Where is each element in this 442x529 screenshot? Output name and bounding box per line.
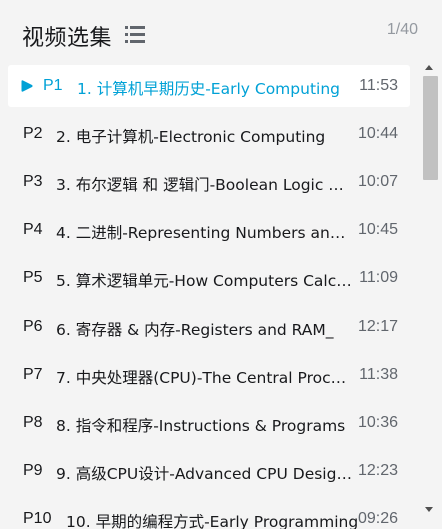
episode-number: P3	[23, 173, 43, 190]
episode-list: P1 1. 计算机早期历史-Early Computing 11:53 P2 2…	[0, 62, 418, 529]
episode-item-p4[interactable]: P4 4. 二进制-Representing Numbers and Lette…	[8, 209, 410, 251]
episode-title: 7. 中央处理器(CPU)-The Central Processing Uni…	[56, 369, 352, 387]
episode-item-p10[interactable]: P10 10. 早期的编程方式-Early Programming 09:26	[8, 498, 410, 529]
scrollbar[interactable]	[420, 62, 438, 529]
episode-number: P5	[23, 269, 43, 286]
playing-icon	[21, 80, 33, 92]
episode-number: P1	[43, 77, 63, 94]
playlist-header: 视频选集 1/40	[0, 0, 442, 62]
episode-duration: 09:26	[357, 510, 398, 527]
episode-title: 8. 指令和程序-Instructions & Programs	[56, 417, 346, 435]
episode-item-p7[interactable]: P7 7. 中央处理器(CPU)-The Central Processing …	[8, 354, 410, 396]
episode-number: P8	[23, 414, 43, 431]
episode-number: P4	[23, 221, 43, 238]
episode-number: P7	[23, 366, 43, 383]
episode-title: 3. 布尔逻辑 和 逻辑门-Boolean Logic & Logic Gate…	[56, 176, 352, 194]
episode-item-p8[interactable]: P8 8. 指令和程序-Instructions & Programs 10:3…	[8, 402, 410, 444]
list-icon[interactable]	[125, 26, 145, 43]
episode-title: 5. 算术逻辑单元-How Computers Calculate-the AL…	[56, 272, 352, 290]
episode-title: 2. 电子计算机-Electronic Computing	[56, 128, 326, 146]
scroll-down-arrow-icon[interactable]	[425, 507, 433, 512]
scrollbar-thumb[interactable]	[423, 76, 438, 180]
episode-duration: 12:17	[357, 318, 398, 335]
episode-duration: 10:36	[357, 414, 398, 431]
episode-duration: 10:07	[357, 173, 398, 190]
episode-number: P2	[23, 125, 43, 142]
episode-duration: 10:44	[357, 125, 398, 142]
episode-counter: 1/40	[386, 21, 418, 38]
episode-number: P9	[23, 462, 43, 479]
episode-item-p9[interactable]: P9 9. 高级CPU设计-Advanced CPU Designs 12:23	[8, 450, 410, 492]
episode-duration: 11:38	[359, 366, 398, 383]
episode-number: P10	[23, 510, 52, 527]
video-playlist-panel: 视频选集 1/40 P1 1. 计算机早期历史-Early Computing …	[0, 0, 442, 529]
episode-title: 9. 高级CPU设计-Advanced CPU Designs	[56, 465, 352, 483]
episode-item-p5[interactable]: P5 5. 算术逻辑单元-How Computers Calculate-the…	[8, 257, 410, 299]
episode-item-p6[interactable]: P6 6. 寄存器 & 内存-Registers and RAM_ 12:17	[8, 306, 410, 348]
episode-item-p1[interactable]: P1 1. 计算机早期历史-Early Computing 11:53	[8, 65, 410, 107]
episode-item-p2[interactable]: P2 2. 电子计算机-Electronic Computing 10:44	[8, 113, 410, 155]
episode-title: 4. 二进制-Representing Numbers and Letters …	[56, 224, 352, 242]
episode-duration: 11:09	[359, 269, 398, 286]
episode-title: 1. 计算机早期历史-Early Computing	[77, 80, 340, 98]
playlist-title: 视频选集	[22, 26, 113, 51]
episode-duration: 10:45	[357, 221, 398, 238]
episode-duration: 12:23	[357, 462, 398, 479]
episode-item-p3[interactable]: P3 3. 布尔逻辑 和 逻辑门-Boolean Logic & Logic G…	[8, 161, 410, 203]
scroll-up-arrow-icon[interactable]	[425, 65, 433, 70]
episode-title: 10. 早期的编程方式-Early Programming	[66, 513, 358, 529]
episode-duration: 11:53	[359, 77, 398, 94]
episode-title: 6. 寄存器 & 内存-Registers and RAM_	[56, 321, 334, 339]
episode-number: P6	[23, 318, 43, 335]
